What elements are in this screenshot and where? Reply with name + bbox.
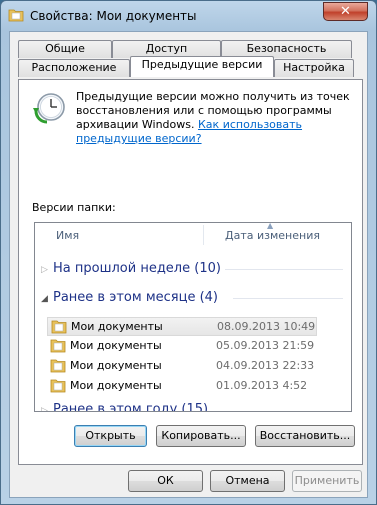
group-label: Ранее в этом году (15) [53,402,209,412]
column-separator[interactable] [203,225,204,245]
group-earlier-this-month[interactable]: ◢ Ранее в этом месяце (4) [41,290,218,305]
list-item[interactable]: Мои документы 01.09.2013 4:52 [47,377,317,396]
list-item[interactable]: Мои документы 08.09.2013 10:49 [47,317,317,336]
cancel-button[interactable]: Отмена [210,470,285,492]
group-divider [233,298,343,299]
item-date: 04.09.2013 22:33 [216,359,315,372]
tab-previous-versions[interactable]: Предыдущие версии [130,56,274,77]
collapse-arrow-icon[interactable]: ◢ [41,294,53,304]
column-header-name[interactable]: Имя [56,229,79,242]
item-date: 01.09.2013 4:52 [216,379,308,392]
item-name: Мои документы [70,359,162,372]
dialog-client: Общие Доступ Безопасность Расположение П… [9,31,368,498]
list-item[interactable]: Мои документы 04.09.2013 22:33 [47,357,317,376]
restore-button[interactable]: Восстановить... [255,425,355,447]
folder-icon [50,339,66,353]
open-button[interactable]: Открыть [74,425,147,447]
expand-arrow-icon[interactable]: ▷ [41,265,53,275]
description: Предыдущие версии можно получить из точе… [76,90,356,146]
item-name: Мои документы [71,320,163,333]
versions-list[interactable]: Имя ▲ Дата изменения ▷ На прошлой неделе … [34,222,352,412]
column-header-date[interactable]: Дата изменения [225,229,320,242]
tab-location[interactable]: Расположение [18,59,130,77]
versions-label: Версии папки: [32,201,116,214]
tab-customize[interactable]: Настройка [274,59,354,77]
restore-clock-icon [33,93,65,124]
close-icon: ✕ [340,4,351,19]
item-date: 05.09.2013 21:59 [216,339,315,352]
properties-window: Свойства: Мои документы ✕ Общие Доступ Б… [0,0,377,505]
copy-button[interactable]: Копировать... [156,425,246,447]
apply-button[interactable]: Применить [292,470,362,492]
ok-button[interactable]: ОК [128,470,203,492]
group-label: Ранее в этом месяце (4) [53,290,218,305]
previous-versions-panel: Предыдущие версии можно получить из точе… [18,79,363,465]
folder-icon [50,379,66,393]
group-earlier-this-year[interactable]: ▷ Ранее в этом году (15) [41,402,209,412]
group-label: На прошлой неделе (10) [53,261,221,276]
expand-arrow-icon[interactable]: ▷ [41,406,53,411]
group-divider [225,269,343,270]
title-bar[interactable]: Свойства: Мои документы ✕ [1,1,376,31]
item-name: Мои документы [70,379,162,392]
folder-icon [51,320,67,334]
list-item[interactable]: Мои документы 05.09.2013 21:59 [47,337,317,356]
folder-icon [50,359,66,373]
item-name: Мои документы [70,339,162,352]
tab-general[interactable]: Общие [18,40,112,58]
item-date: 08.09.2013 10:49 [217,320,316,333]
window-title: Свойства: Мои документы [30,9,197,23]
close-button[interactable]: ✕ [323,2,368,21]
group-last-week[interactable]: ▷ На прошлой неделе (10) [41,261,221,276]
folder-icon [8,9,24,22]
